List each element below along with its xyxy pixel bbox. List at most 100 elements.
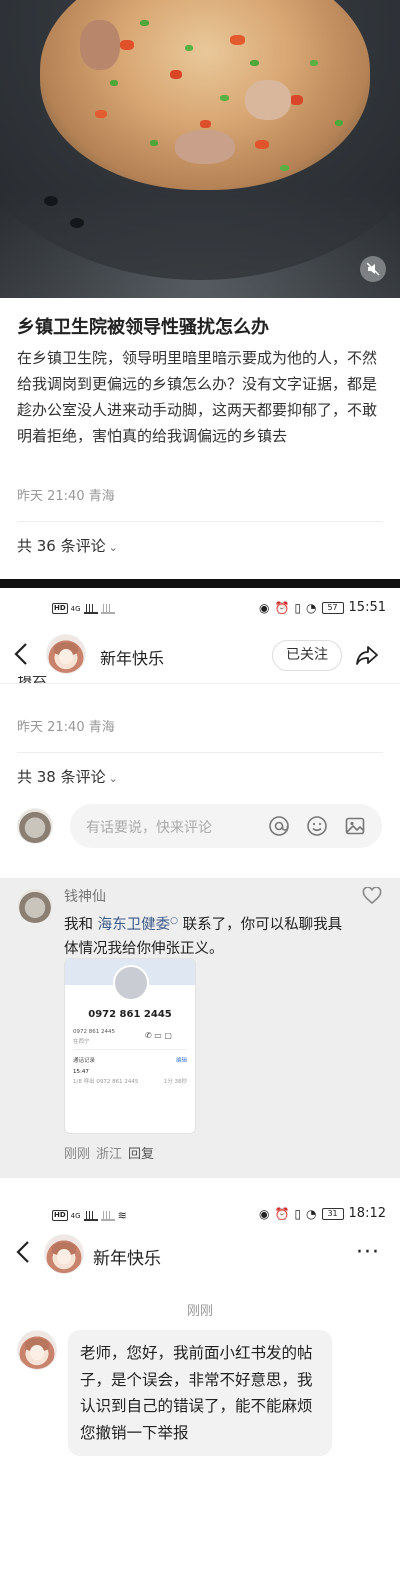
comment-count[interactable]: 共 36 条评论 ⌄ — [17, 535, 118, 556]
fish-piece — [175, 130, 235, 164]
eye-icon: ◉ — [259, 600, 270, 615]
chat-header: 新年快乐 ··· — [0, 1232, 400, 1282]
alarm-icon: ⏰ — [274, 1206, 290, 1221]
comment-input[interactable]: 有话要说，快来评论 — [70, 804, 382, 848]
contact-row-sub: 在西宁 — [73, 1039, 90, 1045]
garnish — [220, 95, 229, 101]
chat-avatar[interactable] — [44, 1234, 84, 1274]
garnish — [120, 40, 134, 50]
contact-number: 0972 861 2445 — [88, 1009, 172, 1020]
pan-hole — [44, 196, 58, 206]
garnish — [110, 80, 118, 86]
alarm-icon: ⏰ — [274, 600, 290, 615]
comment-text: 我和 海东卫健委○ 联系了，你可以私聊我具体情况我给你伸张正义。 — [64, 909, 344, 961]
garnish — [310, 60, 318, 66]
signal-icon — [83, 1210, 98, 1221]
commenter-name[interactable]: 钱神仙 — [64, 886, 106, 906]
garnish — [280, 165, 289, 171]
mention-link[interactable]: 海东卫健委 — [98, 917, 171, 933]
divider — [17, 521, 383, 522]
at-icon[interactable] — [268, 815, 290, 837]
volume-mute-icon[interactable] — [360, 256, 386, 282]
garnish — [95, 110, 107, 118]
post-title: 乡镇卫生院被领导性骚扰怎么办 — [17, 317, 269, 338]
screenshot-separator — [0, 579, 400, 588]
vibrate-icon: ▯ — [294, 600, 302, 615]
signal-icon — [83, 603, 98, 614]
garnish — [335, 120, 343, 126]
hd-icon: HD — [52, 603, 68, 614]
call-log-time: 15:47 — [73, 1069, 89, 1075]
back-icon[interactable] — [16, 1240, 30, 1270]
status-bar: HD 4G ◉ ⏰ ▯ ◔ 57 15:51 — [0, 596, 400, 622]
more-icon[interactable]: ··· — [356, 1240, 380, 1265]
signal-icon — [100, 603, 115, 614]
network-label: 4G — [70, 1211, 81, 1220]
comment-time: 刚刚 — [64, 1147, 91, 1162]
garnish — [255, 140, 269, 149]
location-pin-icon: ○ — [170, 916, 178, 926]
chevron-down-icon: ⌄ — [108, 772, 118, 785]
comment-count-label: 共 36 条评论 — [17, 537, 106, 555]
vibrate-icon: ▯ — [294, 1206, 302, 1221]
contact-row-number: 0972 861 2445 — [73, 1029, 115, 1035]
heart-icon[interactable] — [362, 886, 382, 910]
my-avatar — [17, 808, 53, 844]
post-photo[interactable] — [0, 0, 400, 298]
divider — [0, 683, 400, 684]
post-screen: 乡镇卫生院被领导性骚扰怎么办 在乡镇卫生院，领导明里暗里暗示要成为他的人，不然给… — [0, 0, 400, 580]
comment-item: 钱神仙 我和 海东卫健委○ 联系了，你可以私聊我具体情况我给你伸张正义。 097… — [0, 878, 400, 1178]
battery-icon: 31 — [321, 1207, 344, 1220]
comment-count-label: 共 38 条评论 — [17, 768, 106, 786]
chat-contact-name[interactable]: 新年快乐 — [93, 1244, 161, 1269]
reply-button[interactable]: 回复 — [128, 1147, 154, 1162]
follow-button[interactable]: 已关注 — [272, 640, 342, 671]
post-header: 新年快乐 已关注 — [0, 630, 400, 680]
garnish — [185, 45, 193, 51]
post-body: 在乡镇卫生院，领导明里暗里暗示要成为他的人，不然给我调岗到更偏远的乡镇怎么办？没… — [17, 349, 378, 445]
pan-hole — [70, 218, 84, 228]
wifi-icon: ≋ — [117, 1209, 127, 1222]
sender-avatar[interactable] — [17, 1330, 57, 1370]
share-icon[interactable] — [354, 642, 380, 668]
garnish — [140, 20, 149, 26]
garnish — [200, 120, 211, 128]
nfc-icon: ◔ — [306, 600, 317, 615]
comment-input-row: 有话要说，快来评论 — [0, 802, 400, 850]
divider — [17, 752, 383, 753]
author-name[interactable]: 新年快乐 — [100, 645, 164, 669]
post-meta: 昨天 21:40 青海 — [17, 489, 115, 504]
eye-icon: ◉ — [259, 1206, 270, 1221]
image-icon[interactable] — [344, 815, 366, 837]
signal-icon — [100, 1210, 115, 1221]
comment-image[interactable]: 0972 861 2445 0972 861 2445 在西宁 ✆ ▭ ▢ 通话… — [64, 958, 196, 1134]
status-time: 18:12 — [348, 1206, 386, 1221]
nfc-icon: ◔ — [306, 1206, 317, 1221]
battery-icon: 57 — [321, 601, 344, 614]
avatar[interactable] — [46, 634, 86, 674]
garnish — [150, 140, 158, 146]
call-log-duration: 1分 38秒 — [163, 1079, 187, 1085]
emoji-icon[interactable] — [306, 815, 328, 837]
contact-avatar-icon — [113, 965, 149, 1001]
fish-piece — [80, 20, 120, 70]
comment-text-part: 我和 — [64, 916, 98, 933]
chat-message: 老师，您好，我前面小红书发的帖子，是个误会，非常不好意思，我认识到自己的错误了，… — [68, 1330, 332, 1456]
status-bar: HD 4G ≋ ◉ ⏰ ▯ ◔ 31 18:12 — [0, 1202, 400, 1228]
garnish — [290, 95, 303, 105]
back-icon[interactable] — [14, 642, 28, 672]
garnish — [230, 35, 245, 45]
garnish — [250, 60, 259, 66]
call-actions-icon: ✆ ▭ ▢ — [145, 1031, 172, 1040]
call-log-edit: 编辑 — [175, 1058, 187, 1064]
network-label: 4G — [70, 604, 81, 613]
comment-count[interactable]: 共 38 条评论 ⌄ — [17, 766, 118, 787]
chat-timestamp: 刚刚 — [186, 1304, 213, 1319]
chevron-down-icon: ⌄ — [108, 541, 118, 554]
comment-location: 浙江 — [96, 1147, 123, 1162]
commenter-avatar[interactable] — [17, 888, 53, 924]
comment-meta: 刚刚 浙江 回复 — [64, 1143, 160, 1162]
status-time: 15:51 — [348, 600, 386, 615]
call-log-detail: 1/8 呼出 0972 861 2445 — [73, 1079, 139, 1085]
fish-piece — [245, 80, 291, 120]
